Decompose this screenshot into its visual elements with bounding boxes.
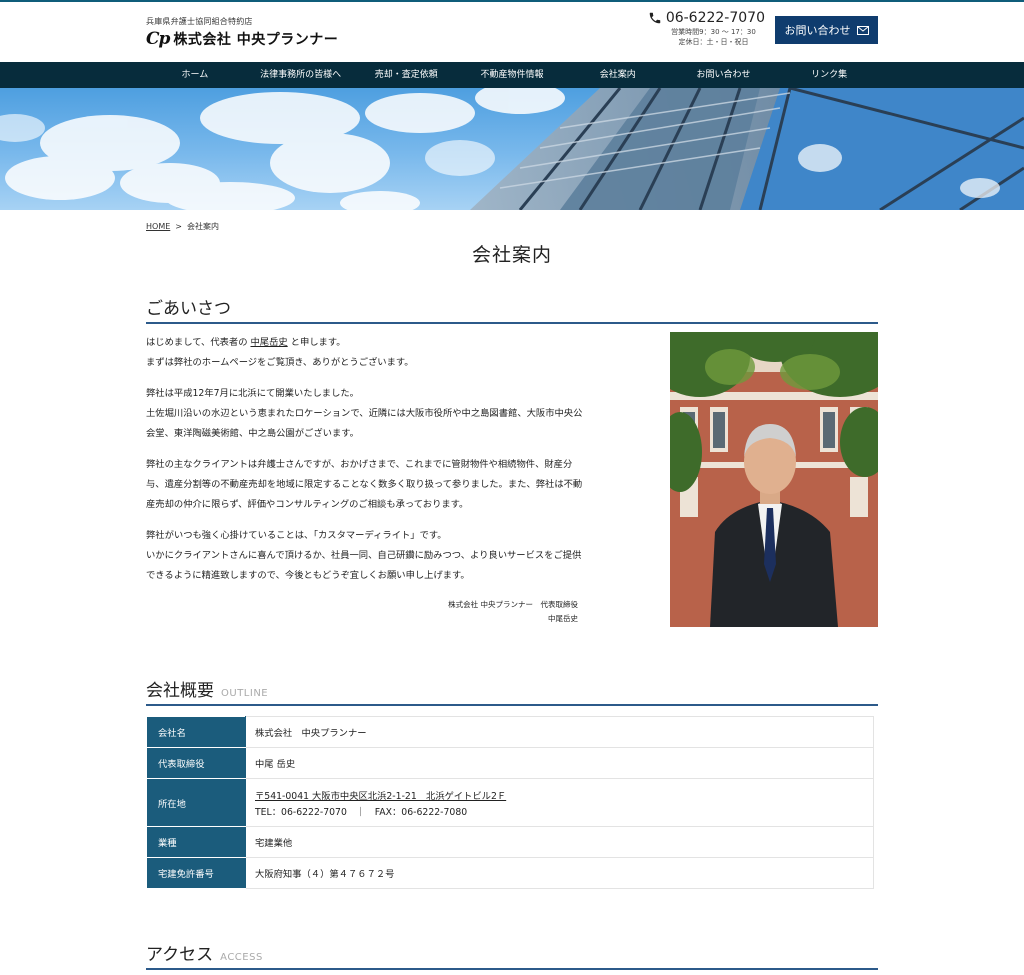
row-value-business-type: 宅建業他	[245, 826, 874, 858]
signature-name: 中尾岳史	[548, 614, 578, 623]
nav-item-contact[interactable]: お問い合わせ	[671, 62, 777, 88]
tel-fax: TEL：06-6222-7070 ｜ FAX：06-6222-7080	[255, 806, 468, 818]
table-row: 所在地 〒541-0041 大阪市中央区北浜2-1-21 北浜ゲイトビル2Ｆ T…	[146, 778, 874, 827]
row-value-address: 〒541-0041 大阪市中央区北浜2-1-21 北浜ゲイトビル2Ｆ TEL：0…	[245, 778, 874, 827]
phone-number[interactable]: 06-6222-7070	[640, 10, 765, 26]
outline-heading: 会社概要 OUTLINE	[146, 676, 878, 706]
hero-banner	[0, 88, 1024, 210]
table-row: 代表取締役 中尾 岳史	[146, 747, 874, 779]
company-outline-table: 会社名 株式会社 中央プランナー 代表取締役 中尾 岳史 所在地 〒541-00…	[146, 716, 874, 889]
row-label-representative: 代表取締役	[146, 747, 246, 779]
access-heading: アクセス ACCESS	[146, 940, 878, 970]
contact-button[interactable]: お問い合わせ	[775, 16, 878, 44]
nav-item-properties[interactable]: 不動産物件情報	[459, 62, 565, 88]
brand-name: Cp 株式会社 中央プランナー	[146, 29, 338, 49]
row-label-company-name: 会社名	[146, 716, 246, 748]
phone-icon	[649, 12, 661, 24]
cp-logo-icon: Cp	[146, 29, 170, 49]
contact-button-label: お問い合わせ	[784, 24, 851, 37]
row-label-license: 宅建免許番号	[146, 857, 246, 889]
nav-item-links[interactable]: リンク集	[776, 62, 882, 88]
row-value-representative: 中尾 岳史	[245, 747, 874, 779]
greeting-paragraph-4: 弊社がいつも強く心掛けていることは、「カスタマーディライト」です。 いかにクライ…	[146, 530, 582, 581]
row-value-license: 大阪府知事（４）第４７６７２号	[245, 857, 874, 889]
signature-title: 株式会社 中央プランナー 代表取締役	[448, 600, 578, 609]
address-link[interactable]: 〒541-0041 大阪市中央区北浜2-1-21 北浜ゲイトビル2Ｆ	[255, 788, 873, 802]
greeting-body: はじめまして、代表者の 中尾岳史 と申します。 まずは弊社のホームページをご覧頂…	[146, 333, 586, 597]
representative-photo-illustration	[670, 332, 878, 627]
global-nav: ホーム 法律事務所の皆様へ 売却・査定依頼 不動産物件情報 会社案内 お問い合わ…	[0, 62, 1024, 88]
nav-item-law-firms[interactable]: 法律事務所の皆様へ	[248, 62, 354, 88]
greeting-paragraph-3: 弊社の主なクライアントは弁護士さんですが、おかげさまで、これまでに管財物件や相続…	[146, 459, 583, 510]
nav-item-sale-appraisal[interactable]: 売却・査定依頼	[353, 62, 459, 88]
page-title: 会社案内	[471, 244, 552, 266]
mail-icon	[856, 25, 869, 35]
row-label-address: 所在地	[146, 778, 246, 827]
greeting-p1-before: はじめまして、代表者の	[146, 337, 251, 348]
nav-item-home[interactable]: ホーム	[142, 62, 248, 88]
breadcrumb-separator: >	[175, 222, 182, 231]
row-label-business-type: 業種	[146, 826, 246, 858]
table-row: 会社名 株式会社 中央プランナー	[146, 716, 874, 748]
access-heading-text: アクセス	[146, 945, 214, 965]
phone-block: 06-6222-7070 営業時間9：30 ～ 17：30 定休日：土・日・祝日	[640, 10, 765, 47]
breadcrumb-current: 会社案内	[186, 222, 219, 231]
greeting-heading: ごあいさつ	[146, 294, 878, 324]
company-name: 株式会社 中央プランナー	[173, 32, 339, 48]
representative-name-link[interactable]: 中尾岳史	[250, 337, 287, 348]
hero-sky-building-image	[0, 88, 1024, 210]
brand-logo-link[interactable]: 兵庫県弁護士協同組合特約店 Cp 株式会社 中央プランナー	[146, 16, 338, 49]
table-row: 業種 宅建業他	[146, 826, 874, 858]
greeting-paragraph-2: 弊社は平成12年7月に北浜にて開業いたしました。 土佐堀川沿いの水辺という恵まれ…	[146, 388, 583, 439]
site-header: 兵庫県弁護士協同組合特約店 Cp 株式会社 中央プランナー 06-6222-70…	[0, 2, 1024, 62]
row-value-company-name: 株式会社 中央プランナー	[245, 716, 874, 748]
brand-tagline: 兵庫県弁護士協同組合特約店	[146, 17, 253, 26]
business-hours: 営業時間9：30 ～ 17：30	[671, 28, 756, 36]
table-row: 宅建免許番号 大阪府知事（４）第４７６７２号	[146, 857, 874, 889]
nav-item-company[interactable]: 会社案内	[565, 62, 671, 88]
breadcrumb-home-link[interactable]: HOME	[146, 222, 170, 231]
access-heading-en: ACCESS	[220, 952, 263, 963]
outline-heading-text: 会社概要	[146, 681, 214, 701]
breadcrumb: HOME > 会社案内	[146, 221, 219, 232]
outline-heading-en: OUTLINE	[221, 688, 269, 699]
phone-text: 06-6222-7070	[665, 10, 765, 26]
greeting-paragraph-1: はじめまして、代表者の 中尾岳史 と申します。 まずは弊社のホームページをご覧頂…	[146, 333, 586, 373]
holidays: 定休日：土・日・祝日	[678, 38, 749, 46]
greeting-heading-text: ごあいさつ	[146, 299, 231, 319]
representative-photo	[670, 332, 878, 627]
signature: 株式会社 中央プランナー 代表取締役 中尾岳史	[380, 598, 578, 626]
